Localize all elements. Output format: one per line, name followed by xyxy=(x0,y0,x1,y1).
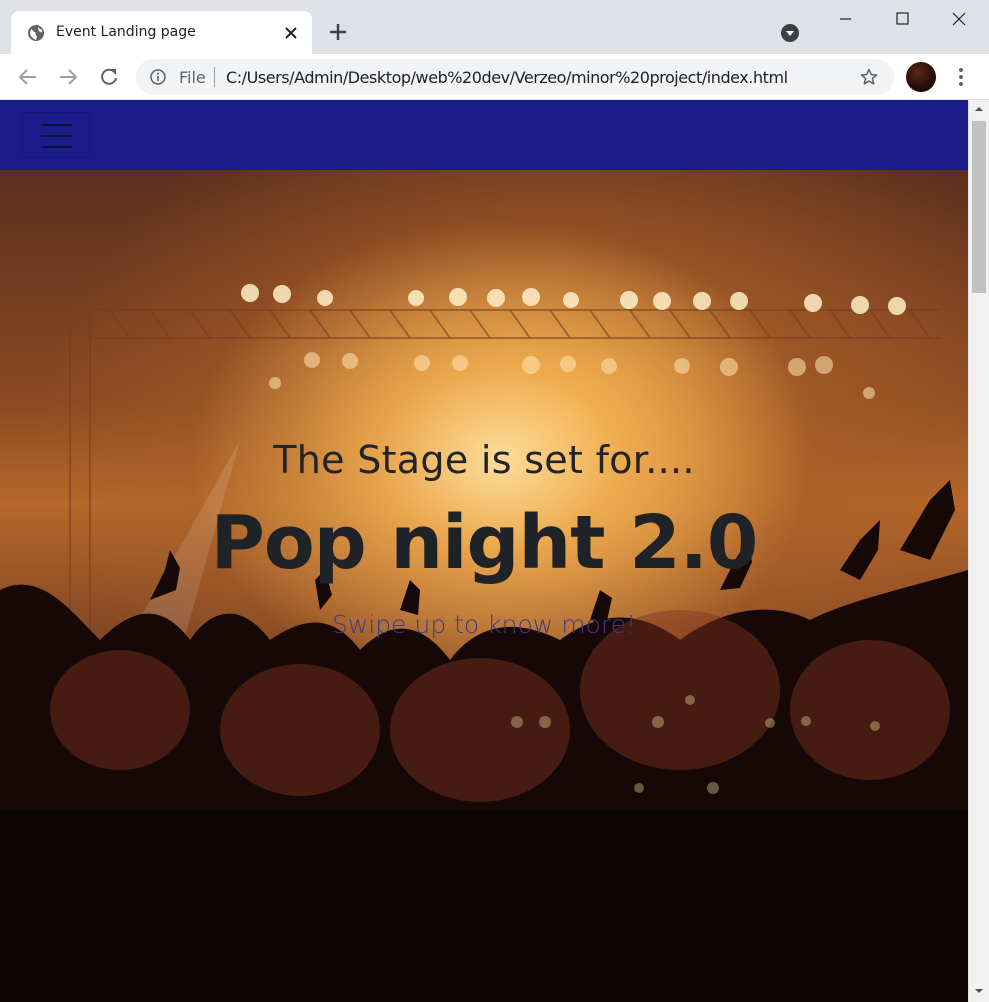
scroll-up-icon[interactable] xyxy=(974,104,984,114)
hero-eyebrow: The Stage is set for.... xyxy=(273,438,695,482)
browser-toolbar: File C:/Users/Admin/Desktop/web%20dev/Ve… xyxy=(0,54,989,100)
hero-section: The Stage is set for.... Pop night 2.0 S… xyxy=(0,170,968,1002)
site-navbar xyxy=(0,100,968,170)
address-bar[interactable]: File C:/Users/Admin/Desktop/web%20dev/Ve… xyxy=(136,59,894,95)
tab-title: Event Landing page xyxy=(56,24,196,40)
page-viewport: The Stage is set for.... Pop night 2.0 S… xyxy=(0,100,968,1002)
forward-icon[interactable] xyxy=(57,66,79,88)
star-icon[interactable] xyxy=(860,68,878,86)
info-icon[interactable] xyxy=(150,69,166,85)
hamburger-icon xyxy=(41,135,72,137)
plus-icon[interactable] xyxy=(328,22,348,42)
more-menu-icon[interactable] xyxy=(951,66,971,88)
url-scheme: File xyxy=(179,68,206,87)
reload-icon[interactable] xyxy=(98,66,120,88)
url-text[interactable]: C:/Users/Admin/Desktop/web%20dev/Verzeo/… xyxy=(226,68,788,87)
hero-headline: Pop night 2.0 xyxy=(210,500,759,586)
avatar[interactable] xyxy=(906,62,936,92)
window-close-icon[interactable] xyxy=(936,0,982,38)
scroll-thumb[interactable] xyxy=(972,121,986,293)
globe-icon xyxy=(28,25,44,41)
active-tab[interactable]: Event Landing page xyxy=(11,11,312,54)
back-icon[interactable] xyxy=(17,66,39,88)
hero-subline[interactable]: Swipe up to know more! xyxy=(0,610,968,639)
navbar-toggle-button[interactable] xyxy=(22,112,90,158)
minimize-icon[interactable] xyxy=(822,0,868,38)
close-icon[interactable] xyxy=(283,25,299,41)
tab-strip: Event Landing page xyxy=(0,0,989,54)
scroll-down-icon[interactable] xyxy=(974,986,984,996)
page-scrollbar[interactable] xyxy=(968,100,989,1002)
maximize-icon[interactable] xyxy=(879,0,925,38)
hamburger-icon xyxy=(41,124,72,126)
crowd-image xyxy=(0,480,968,1002)
hamburger-icon xyxy=(41,146,72,148)
url-separator xyxy=(214,67,215,87)
search-tabs-icon[interactable] xyxy=(780,23,800,43)
